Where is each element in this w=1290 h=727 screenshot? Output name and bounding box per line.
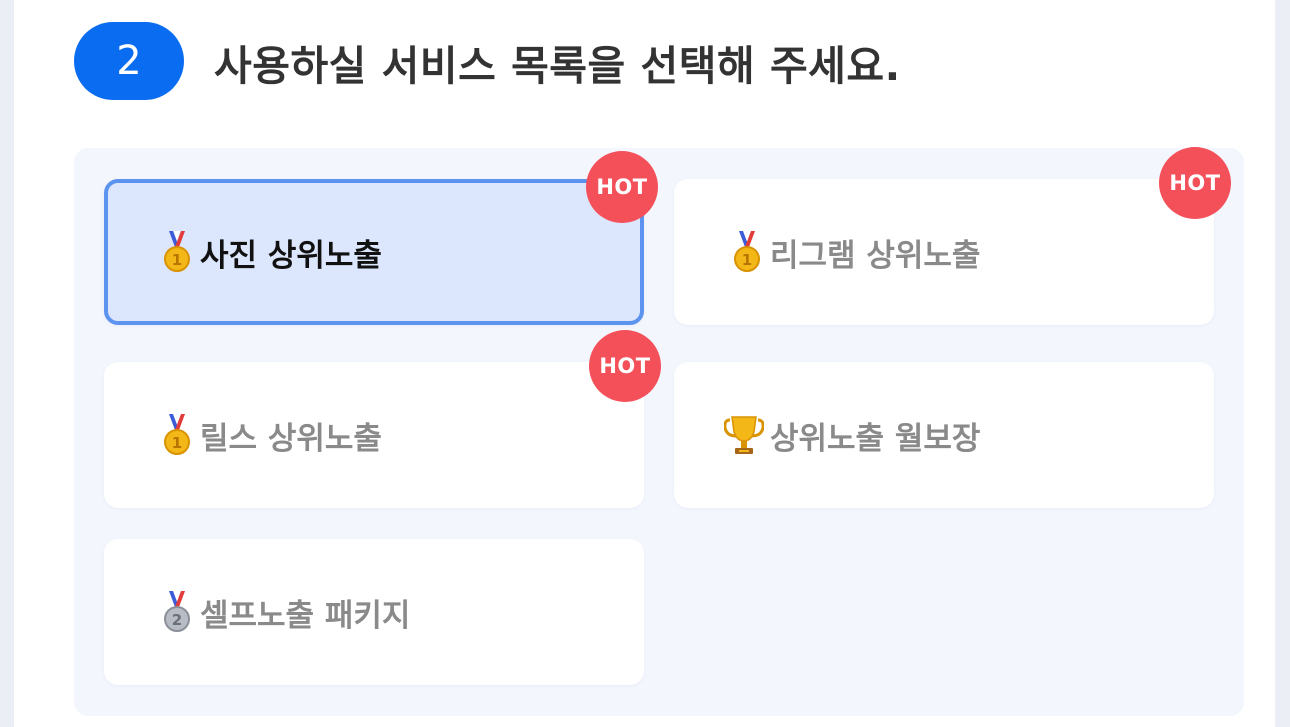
option-card-regram-top[interactable]: 1 리그램 상위노출 xyxy=(674,179,1214,325)
option-label: 릴스 상위노출 xyxy=(200,420,382,457)
option-card-photo-top[interactable]: 1 사진 상위노출 xyxy=(104,179,644,325)
svg-text:1: 1 xyxy=(742,251,752,269)
trophy-icon xyxy=(724,416,764,454)
gold-medal-icon: 1 xyxy=(164,231,190,272)
option-label: 상위노출 월보장 xyxy=(770,420,981,457)
hot-badge: HOT xyxy=(586,151,658,223)
option-card-self-package[interactable]: 2 셀프노출 패키지 xyxy=(104,539,644,685)
option-card-reels-top[interactable]: 1 릴스 상위노출 xyxy=(104,362,644,508)
section-title: 사용하실 서비스 목록을 선택해 주세요. xyxy=(214,42,901,90)
hot-badge: HOT xyxy=(589,330,661,402)
option-label: 셀프노출 패키지 xyxy=(200,597,411,634)
service-select-panel: 2 사용하실 서비스 목록을 선택해 주세요. 1 사진 상위노출 HOT 1 … xyxy=(14,0,1275,727)
hot-badge: HOT xyxy=(1159,147,1231,219)
step-number-badge: 2 xyxy=(74,22,184,100)
svg-text:1: 1 xyxy=(172,251,182,269)
option-label: 사진 상위노출 xyxy=(200,237,382,274)
option-card-monthly-guarantee[interactable]: 상위노출 월보장 xyxy=(674,362,1214,508)
svg-text:1: 1 xyxy=(172,434,182,452)
option-label: 리그램 상위노출 xyxy=(770,237,981,274)
svg-text:2: 2 xyxy=(172,611,182,629)
gold-medal-icon: 1 xyxy=(164,414,190,455)
gold-medal-icon: 1 xyxy=(734,231,760,272)
silver-medal-icon: 2 xyxy=(164,591,190,632)
step-number: 2 xyxy=(116,38,142,84)
service-options-grid: 1 사진 상위노출 HOT 1 리그램 상위노출 HOT 1 릴스 상위노출 H… xyxy=(74,147,1244,716)
